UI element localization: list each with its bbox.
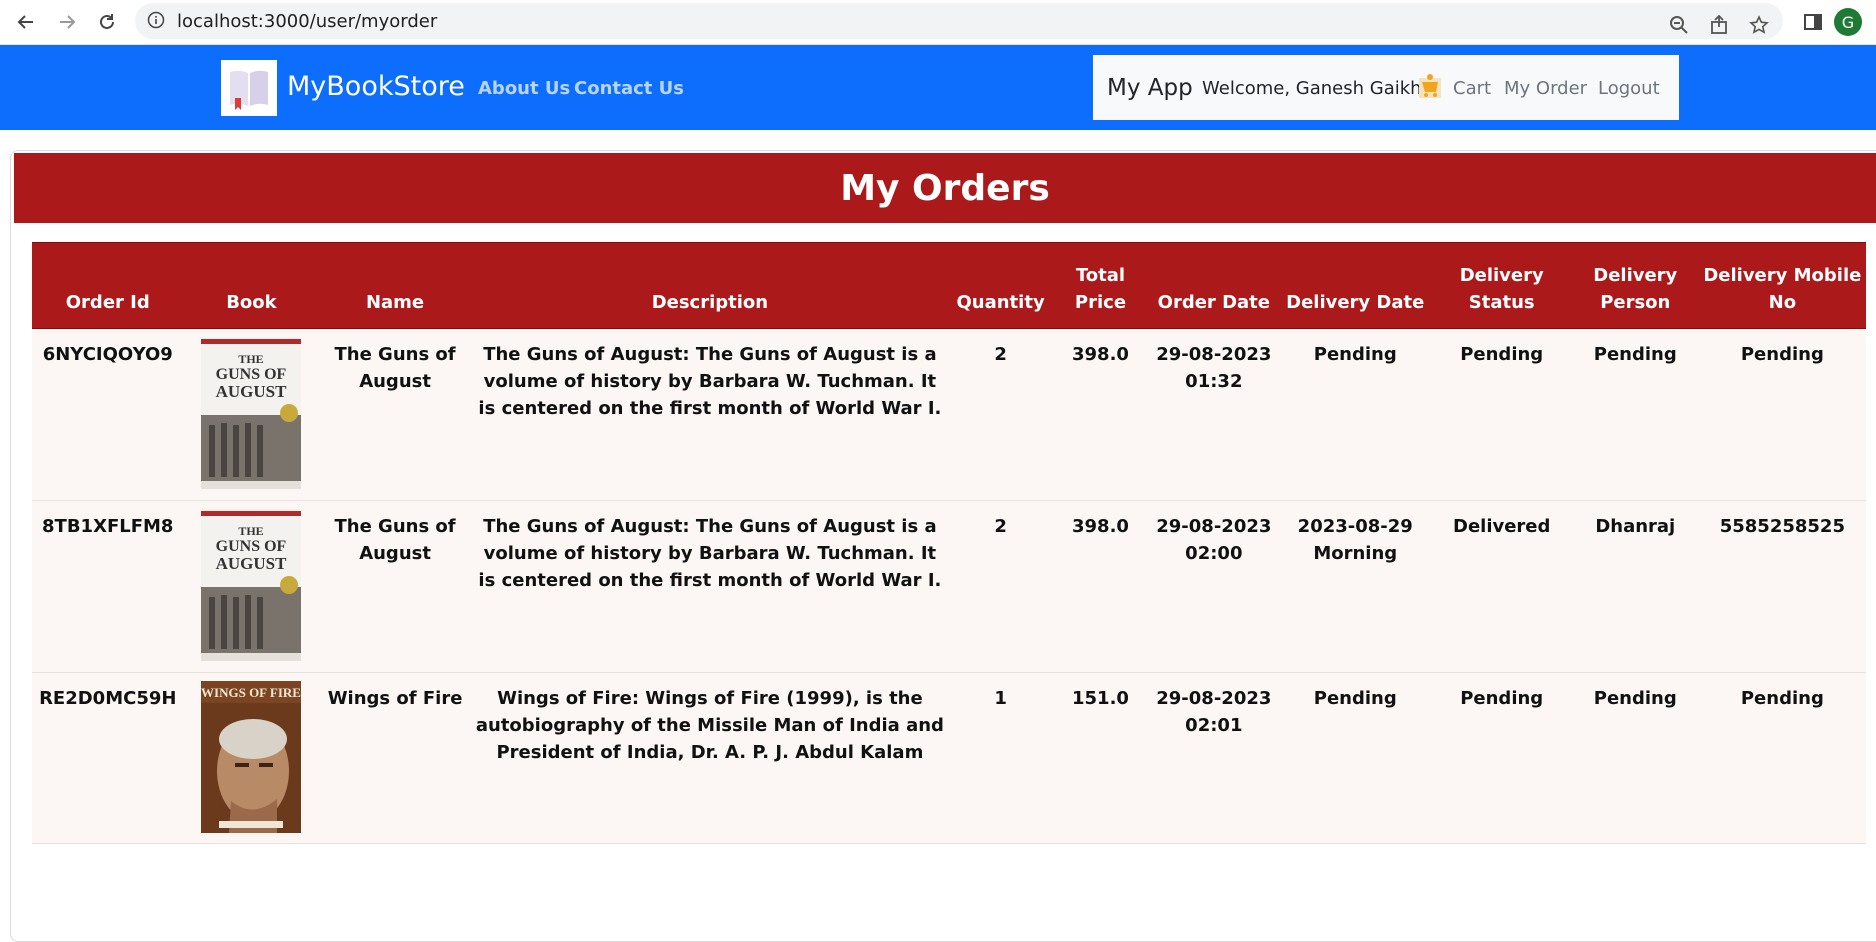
order-date-cell: 29-08-2023 01:32 [1148,328,1279,501]
table-header-row: Order Id Book Name Description Quantity … [32,242,1866,329]
book-logo-icon [230,70,268,110]
svg-text:GUNS OF: GUNS OF [216,366,287,383]
table-row: RE2D0MC59H WINGS OF FIRE Wings of Fire W… [32,672,1866,844]
col-header-description: Description [470,242,949,329]
address-bar[interactable]: localhost:3000/user/myorder [135,3,1783,39]
book-cell: THE GUNS OF AUGUST [183,328,320,501]
page-title: My Orders [840,167,1050,209]
col-header-delivery-mobile: Delivery Mobile No [1698,242,1866,329]
order-id-cell: 8TB1XFLFM8 [32,500,184,673]
book-name-cell: Wings of Fire [319,672,471,844]
svg-text:THE: THE [239,352,264,366]
svg-text:AUGUST: AUGUST [216,554,288,573]
bookmark-star-icon[interactable] [1743,9,1775,41]
col-header-delivery-status: Delivery Status [1431,242,1572,329]
order-id-cell: 6NYCIQOYO9 [32,328,184,501]
description-cell: The Guns of August: The Guns of August i… [470,328,949,501]
col-header-name: Name [319,242,471,329]
zoom-icon[interactable] [1663,9,1695,41]
welcome-text: Welcome, Ganesh Gaikhe [1202,78,1433,99]
delivery-status-cell: Pending [1431,672,1572,844]
back-icon[interactable] [10,6,42,38]
svg-text:THE: THE [239,524,264,538]
bookstore-logo[interactable] [221,60,277,116]
logout-link[interactable]: Logout [1598,78,1660,99]
side-panel-icon[interactable] [1797,6,1829,38]
quantity-cell: 2 [948,500,1053,673]
delivery-date-cell: Pending [1278,672,1432,844]
total-price-cell: 398.0 [1052,500,1149,673]
app-navbar: MyBookStore About Us Contact Us My App W… [0,45,1876,130]
orders-title-bar: My Orders [14,153,1876,223]
col-header-delivery-date: Delivery Date [1278,242,1432,329]
table-row: 8TB1XFLFM8 THE GUNS OF AUGUST The Guns o… [32,500,1866,673]
col-header-quantity: Quantity [948,242,1053,329]
col-header-book: Book [183,242,320,329]
order-id-cell: RE2D0MC59H [32,672,184,844]
reload-icon[interactable] [91,6,123,38]
col-header-total-price: Total Price [1052,242,1149,329]
svg-text:AUGUST: AUGUST [216,382,288,401]
delivery-status-cell: Delivered [1431,500,1572,673]
book-name-cell: The Guns of August [319,328,471,501]
wings-of-fire-cover: WINGS OF FIRE [201,681,302,833]
book-cell: THE GUNS OF AUGUST [183,500,320,673]
description-cell: The Guns of August: The Guns of August i… [470,500,949,673]
cart-icon[interactable] [1417,71,1443,101]
cart-link[interactable]: Cart [1453,78,1491,99]
total-price-cell: 151.0 [1052,672,1149,844]
delivery-mobile-cell: 5585258525 [1698,500,1866,673]
profile-avatar[interactable]: G [1834,8,1862,36]
delivery-date-cell: 2023-08-29 Morning [1278,500,1432,673]
order-date-cell: 29-08-2023 02:01 [1148,672,1279,844]
description-cell: Wings of Fire: Wings of Fire (1999), is … [470,672,949,844]
url-text[interactable]: localhost:3000/user/myorder [177,11,437,32]
guns-of-august-cover: THE GUNS OF AUGUST [201,337,302,489]
delivery-date-cell: Pending [1278,328,1432,501]
col-header-order-id: Order Id [32,242,184,329]
delivery-mobile-cell: Pending [1698,328,1866,501]
col-header-order-date: Order Date [1148,242,1279,329]
total-price-cell: 398.0 [1052,328,1149,501]
svg-text:WINGS OF FIRE: WINGS OF FIRE [201,685,301,700]
svg-text:GUNS OF: GUNS OF [216,538,287,555]
table-row: 6NYCIQOYO9 THE GUNS OF AUGUST The Guns o… [32,328,1866,501]
quantity-cell: 2 [948,328,1053,501]
app-title[interactable]: My App [1107,75,1193,101]
delivery-person-cell: Pending [1571,328,1699,501]
my-order-link[interactable]: My Order [1504,78,1587,99]
nav-about-us[interactable]: About Us [478,78,570,99]
delivery-mobile-cell: Pending [1698,672,1866,844]
delivery-status-cell: Pending [1431,328,1572,501]
nav-contact-us[interactable]: Contact Us [574,78,684,99]
brand-name[interactable]: MyBookStore [287,71,465,102]
col-header-delivery-person: Delivery Person [1571,242,1699,329]
book-name-cell: The Guns of August [319,500,471,673]
user-nav-panel: My App Welcome, Ganesh Gaikhe Cart My Or… [1093,55,1679,120]
share-icon[interactable] [1703,9,1735,41]
browser-toolbar: localhost:3000/user/myorder G [0,0,1876,45]
delivery-person-cell: Pending [1571,672,1699,844]
orders-table: Order Id Book Name Description Quantity … [32,242,1866,844]
order-date-cell: 29-08-2023 02:00 [1148,500,1279,673]
delivery-person-cell: Dhanraj [1571,500,1699,673]
guns-of-august-cover: THE GUNS OF AUGUST [201,509,302,661]
site-info-icon[interactable] [147,11,165,29]
forward-icon[interactable] [51,6,83,38]
book-cell: WINGS OF FIRE [183,672,320,844]
quantity-cell: 1 [948,672,1053,844]
